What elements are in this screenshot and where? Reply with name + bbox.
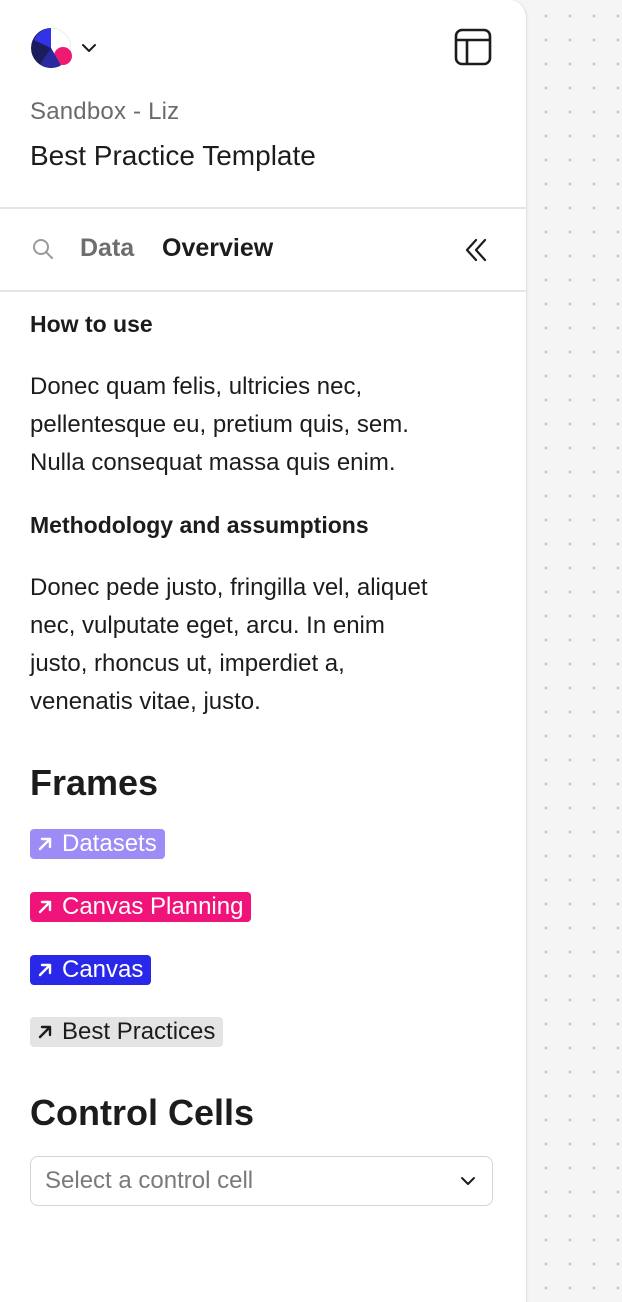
arrow-up-right-icon <box>38 963 52 977</box>
frame-link-label: Datasets <box>62 830 157 857</box>
workspace-name: Sandbox - Liz <box>30 98 180 125</box>
header-divider <box>0 207 526 209</box>
frame-link-label: Best Practices <box>62 1018 216 1045</box>
select-placeholder: Select a control cell <box>45 1167 254 1194</box>
frame-link-best-practices[interactable]: Best Practices <box>30 1017 224 1047</box>
arrow-up-right-icon <box>38 1025 52 1039</box>
tabs-divider <box>0 290 526 292</box>
arrow-up-right-icon <box>38 900 52 914</box>
frame-link-label: Canvas Planning <box>62 893 244 920</box>
arrow-up-right-icon <box>38 837 52 851</box>
chevrons-left-icon[interactable] <box>463 236 489 264</box>
section-heading-how-to-use: How to use <box>30 311 153 337</box>
frame-link-label: Canvas <box>62 956 144 983</box>
body-line: venenatis vitae, justo. <box>30 688 261 715</box>
frame-link-canvas-planning[interactable]: Canvas Planning <box>30 892 252 922</box>
chevron-down-icon <box>461 1177 475 1185</box>
chevron-down-icon <box>82 44 96 52</box>
layout-panel-icon[interactable] <box>452 26 494 68</box>
section-heading-methodology: Methodology and assumptions <box>30 512 369 538</box>
section-body-how-to-use: Donec quam felis, ultricies nec, pellent… <box>30 368 500 482</box>
body-line: Donec quam felis, ultricies nec, <box>30 373 363 400</box>
app-logo-icon <box>31 28 72 68</box>
body-line: justo, rhoncus ut, imperdiet a, <box>30 650 345 677</box>
page-title: Best Practice Template <box>30 140 316 171</box>
body-line: Donec pede justo, fringilla vel, aliquet <box>30 574 428 601</box>
body-line: Nulla consequat massa quis enim. <box>30 449 396 476</box>
frames-heading: Frames <box>30 762 159 803</box>
body-line: pellentesque eu, pretium quis, sem. <box>30 411 409 438</box>
workspace-menu-button[interactable] <box>30 26 98 70</box>
search-icon[interactable] <box>31 237 55 261</box>
section-body-methodology: Donec pede justo, fringilla vel, aliquet… <box>30 569 500 721</box>
tab-overview[interactable]: Overview <box>162 234 273 263</box>
frame-link-canvas[interactable]: Canvas <box>30 955 152 985</box>
side-panel: Sandbox - Liz Best Practice Template Dat… <box>0 0 527 1302</box>
control-cells-heading: Control Cells <box>30 1092 255 1133</box>
control-cell-select[interactable]: Select a control cell <box>30 1156 493 1206</box>
frame-link-datasets[interactable]: Datasets <box>30 829 165 859</box>
tab-data[interactable]: Data <box>80 234 134 263</box>
body-line: nec, vulputate eget, arcu. In enim <box>30 612 385 639</box>
